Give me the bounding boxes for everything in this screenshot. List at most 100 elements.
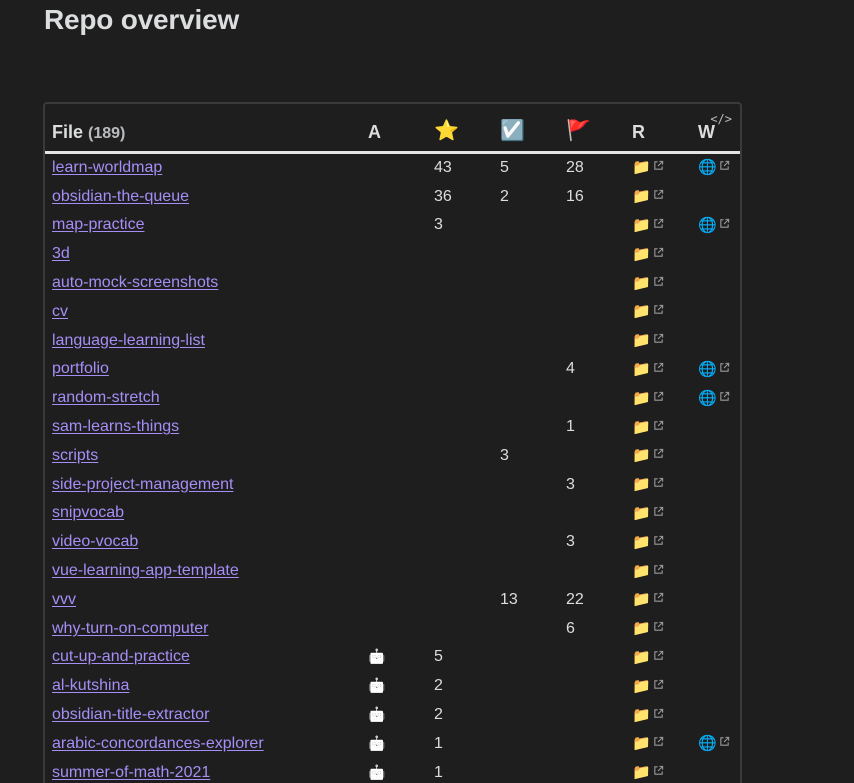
website-link[interactable]: 🌐 xyxy=(698,389,730,407)
repo-link[interactable]: cv xyxy=(52,303,68,320)
cell-file: learn-worldmap xyxy=(45,152,361,182)
repo-folder-link[interactable]: 📁 xyxy=(632,360,664,378)
header-repo[interactable]: R xyxy=(625,104,691,154)
repo-link[interactable]: vvv xyxy=(52,591,76,608)
cell-repo: 📁 xyxy=(625,499,691,528)
cell-todos: 5 xyxy=(500,158,509,176)
repo-link[interactable]: learn-worldmap xyxy=(52,159,162,176)
cell-issues: 3 xyxy=(566,475,575,493)
external-link-icon xyxy=(653,734,664,752)
cell-file: scripts xyxy=(45,441,361,470)
cell-stars: 1 xyxy=(434,763,443,781)
repo-folder-link[interactable]: 📁 xyxy=(632,187,664,205)
repo-folder-link[interactable]: 📁 xyxy=(632,274,664,292)
repo-folder-link[interactable]: 📁 xyxy=(632,706,664,724)
website-link[interactable]: 🌐 xyxy=(698,216,730,234)
cell-archived xyxy=(361,470,427,499)
code-view-icon[interactable]: </> xyxy=(710,112,732,126)
cell-file: arabic-concordances-explorer xyxy=(45,729,361,758)
header-file[interactable]: File (189) xyxy=(45,104,361,154)
repo-folder-link[interactable]: 📁 xyxy=(632,504,664,522)
repo-link[interactable]: language-learning-list xyxy=(52,332,205,349)
external-link-icon xyxy=(653,677,664,695)
cell-stars: 3 xyxy=(434,216,443,234)
cell-file: obsidian-the-queue xyxy=(45,182,361,211)
repo-folder-link[interactable]: 📁 xyxy=(632,302,664,320)
cell-repo: 📁 xyxy=(625,758,691,783)
repo-link[interactable]: obsidian-title-extractor xyxy=(52,706,209,723)
cell-todos xyxy=(493,643,559,672)
repo-folder-link[interactable]: 📁 xyxy=(632,216,664,234)
cell-repo: 📁 xyxy=(625,614,691,643)
folder-icon: 📁 xyxy=(632,735,651,753)
repo-table: File (189) A ⭐ ☑️ 🚩 R W learn-worldmap 43… xyxy=(45,104,740,783)
cell-issues xyxy=(559,729,625,758)
table-row: al-kutshina 🤖 2 📁 xyxy=(45,672,740,701)
external-link-icon xyxy=(653,418,664,436)
cell-file: obsidian-title-extractor xyxy=(45,701,361,730)
cell-repo: 📁 xyxy=(625,528,691,557)
external-link-icon xyxy=(653,706,664,724)
repo-link[interactable]: obsidian-the-queue xyxy=(52,188,189,205)
header-stars-icon[interactable]: ⭐ xyxy=(427,104,493,154)
header-archived[interactable]: A xyxy=(361,104,427,154)
repo-link[interactable]: side-project-management xyxy=(52,476,233,493)
table-row: learn-worldmap 43 5 28 📁 🌐 xyxy=(45,152,740,182)
website-link[interactable]: 🌐 xyxy=(698,360,730,378)
repo-link[interactable]: 3d xyxy=(52,245,70,262)
repo-folder-link[interactable]: 📁 xyxy=(632,590,664,608)
cell-todos: 13 xyxy=(500,590,518,608)
page-title: Repo overview xyxy=(44,4,240,35)
repo-folder-link[interactable]: 📁 xyxy=(632,533,664,551)
website-link[interactable]: 🌐 xyxy=(698,734,730,752)
repo-link[interactable]: al-kutshina xyxy=(52,677,129,694)
header-todos-icon[interactable]: ☑️ xyxy=(493,104,559,154)
cell-repo: 📁 xyxy=(625,643,691,672)
cell-repo: 📁 xyxy=(625,470,691,499)
repo-folder-link[interactable]: 📁 xyxy=(632,418,664,436)
repo-link[interactable]: random-stretch xyxy=(52,389,160,406)
repo-folder-link[interactable]: 📁 xyxy=(632,245,664,263)
repo-folder-link[interactable]: 📁 xyxy=(632,389,664,407)
repo-link[interactable]: video-vocab xyxy=(52,533,138,550)
repo-link[interactable]: summer-of-math-2021 xyxy=(52,764,210,781)
bot-icon: 🤖 xyxy=(368,763,386,780)
external-link-icon xyxy=(653,763,664,781)
repo-folder-link[interactable]: 📁 xyxy=(632,619,664,637)
repo-link[interactable]: snipvocab xyxy=(52,504,124,521)
repo-link[interactable]: sam-learns-things xyxy=(52,418,179,435)
external-link-icon xyxy=(719,158,730,176)
repo-folder-link[interactable]: 📁 xyxy=(632,648,664,666)
repo-folder-link[interactable]: 📁 xyxy=(632,734,664,752)
repo-folder-link[interactable]: 📁 xyxy=(632,562,664,580)
repo-link[interactable]: portfolio xyxy=(52,360,109,377)
table-row: vvv 13 22 📁 xyxy=(45,585,740,614)
folder-icon: 📁 xyxy=(632,418,651,436)
repo-link[interactable]: why-turn-on-computer xyxy=(52,620,209,637)
cell-todos xyxy=(493,528,559,557)
repo-folder-link[interactable]: 📁 xyxy=(632,446,664,464)
repo-folder-link[interactable]: 📁 xyxy=(632,158,664,176)
repo-link[interactable]: vue-learning-app-template xyxy=(52,562,239,579)
repo-link[interactable]: auto-mock-screenshots xyxy=(52,274,218,291)
globe-icon: 🌐 xyxy=(698,389,717,407)
cell-todos xyxy=(493,758,559,783)
repo-folder-link[interactable]: 📁 xyxy=(632,677,664,695)
cell-website xyxy=(691,643,740,672)
cell-issues: 3 xyxy=(566,533,575,551)
header-issues-icon[interactable]: 🚩 xyxy=(559,104,625,154)
repo-link[interactable]: scripts xyxy=(52,447,98,464)
cell-todos xyxy=(493,326,559,355)
repo-folder-link[interactable]: 📁 xyxy=(632,331,664,349)
cell-issues xyxy=(559,297,625,326)
cell-issues xyxy=(559,557,625,586)
website-link[interactable]: 🌐 xyxy=(698,158,730,176)
repo-link[interactable]: cut-up-and-practice xyxy=(52,648,190,665)
cell-issues xyxy=(559,441,625,470)
cell-issues: 6 xyxy=(566,619,575,637)
repo-link[interactable]: map-practice xyxy=(52,216,144,233)
repo-folder-link[interactable]: 📁 xyxy=(632,763,664,781)
repo-link[interactable]: arabic-concordances-explorer xyxy=(52,735,264,752)
repo-folder-link[interactable]: 📁 xyxy=(632,475,664,493)
cell-issues: 4 xyxy=(566,360,575,378)
